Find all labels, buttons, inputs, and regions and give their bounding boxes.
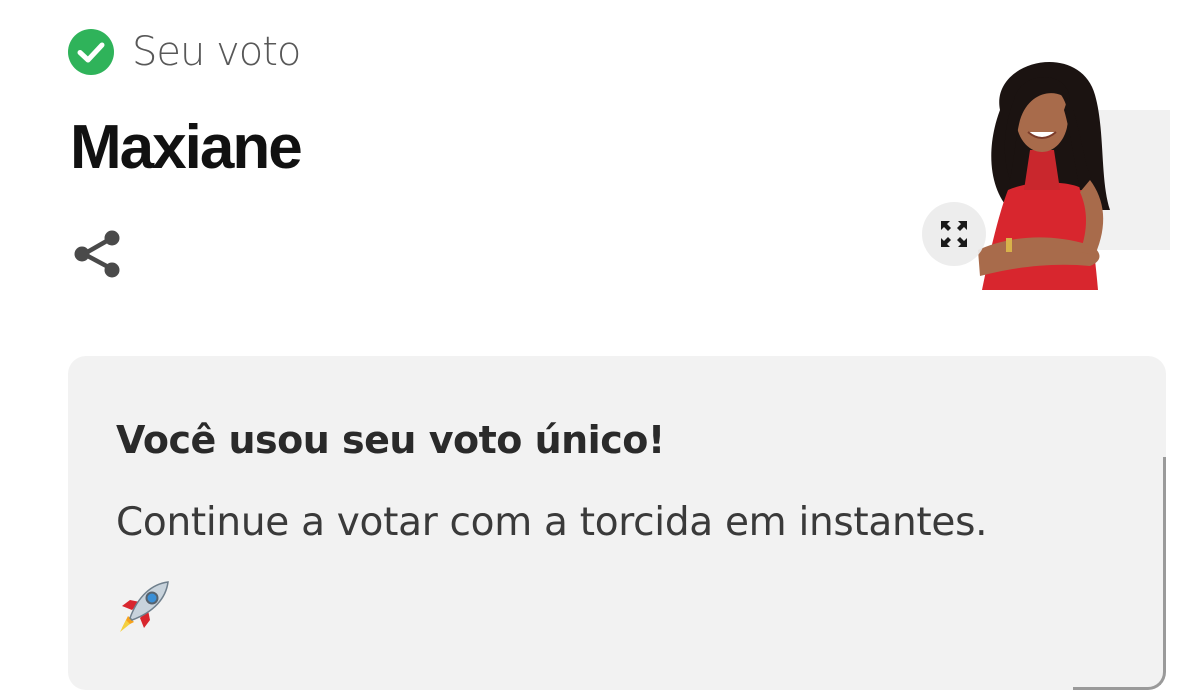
vote-status-label: Seu voto <box>132 29 301 75</box>
check-circle-icon <box>68 29 114 75</box>
vote-status: Seu voto <box>68 29 301 75</box>
share-icon <box>74 230 120 278</box>
candidate-name: Maxiane <box>70 113 303 182</box>
expand-icon <box>941 221 967 247</box>
vote-message-card: Você usou seu voto único! Continue a vot… <box>68 356 1166 690</box>
vote-confirmation-page: Seu voto Maxiane Você usou seu voto únic… <box>0 0 1200 694</box>
rocket-icon <box>120 581 169 632</box>
candidate-photo-container <box>922 40 1170 290</box>
expand-photo-button[interactable] <box>922 202 986 266</box>
card-scroll-indicator <box>1073 457 1166 690</box>
card-text: Continue a votar com a torcida em instan… <box>116 500 988 545</box>
share-button[interactable] <box>70 226 126 282</box>
card-title: Você usou seu voto único! <box>116 418 665 462</box>
